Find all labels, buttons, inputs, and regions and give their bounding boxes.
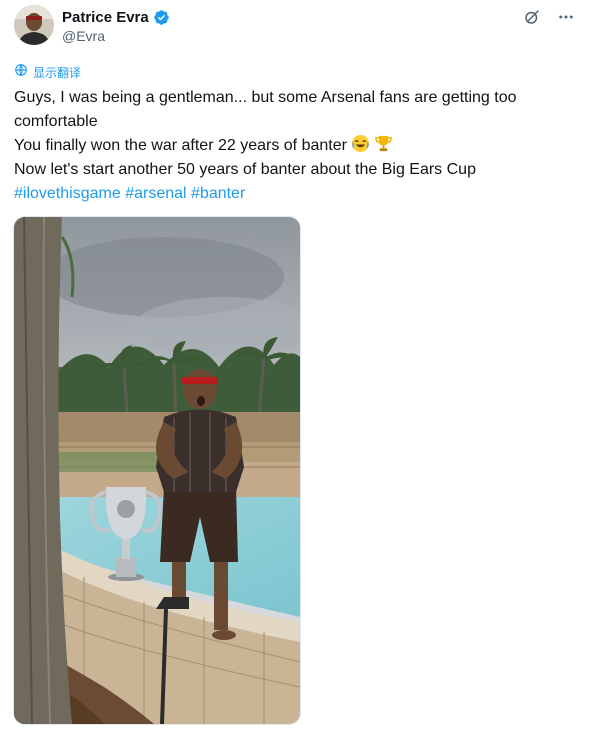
tweet-line-2: comfortable: [14, 113, 98, 130]
more-icon[interactable]: [554, 7, 578, 27]
top-actions: [520, 7, 578, 27]
tweet-line-3-text: You finally won the war after 22 years o…: [14, 137, 347, 154]
grok-icon[interactable]: [520, 7, 544, 27]
avatar-image: [14, 5, 54, 45]
trophy-emoji: [374, 134, 393, 153]
display-name[interactable]: Patrice Evra: [62, 9, 149, 26]
tweet-text: Guys, I was being a gentleman... but som…: [14, 86, 574, 206]
tweet-line-4: Now let's start another 50 years of bant…: [14, 161, 476, 178]
user-handle[interactable]: @Evra: [62, 28, 105, 44]
tweet-line-1: Guys, I was being a gentleman... but som…: [14, 89, 517, 106]
hashtags: #ilovethisgame #arsenal #banter: [14, 182, 574, 206]
name-row: Patrice Evra: [62, 8, 170, 26]
avatar[interactable]: [14, 5, 54, 45]
show-translation-label: 显示翻译: [33, 65, 82, 80]
laughing-face-emoji: [351, 134, 370, 153]
hashtag-ilovethisgame[interactable]: #ilovethisgame: [14, 185, 121, 202]
hashtag-arsenal[interactable]: #arsenal: [125, 185, 186, 202]
show-translation-button[interactable]: 显示翻译: [14, 63, 82, 82]
verified-badge-icon: [153, 9, 170, 26]
tweet-line-3: You finally won the war after 22 years o…: [14, 134, 574, 158]
hashtag-banter[interactable]: #banter: [191, 185, 245, 202]
tweet-photo: [14, 217, 300, 724]
tweet-card: Patrice Evra @Evra 显示翻译 Guys, I was bein…: [0, 0, 590, 738]
translate-icon: [14, 63, 28, 82]
tweet-media[interactable]: [13, 216, 301, 725]
